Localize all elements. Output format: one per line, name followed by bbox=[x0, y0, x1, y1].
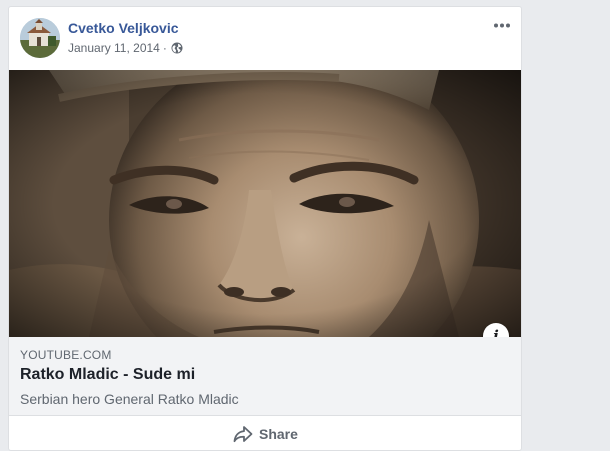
meta-separator: · bbox=[162, 41, 167, 55]
preview-description: Serbian hero General Ratko Mladic bbox=[20, 391, 239, 407]
post-header: Cvetko Veljkovic January 11, 2014 · bbox=[9, 7, 521, 71]
more-options-icon bbox=[494, 23, 510, 27]
preview-text-block[interactable]: YOUTUBE.COM Ratko Mladic - Sude mi Serbi… bbox=[9, 337, 521, 416]
preview-title[interactable]: Ratko Mladic - Sude mi bbox=[20, 366, 195, 384]
preview-domain: YOUTUBE.COM bbox=[20, 348, 112, 362]
globe-icon[interactable] bbox=[171, 42, 183, 54]
post-card: Cvetko Veljkovic January 11, 2014 · i YO… bbox=[8, 6, 522, 451]
post-date-link[interactable]: January 11, 2014 bbox=[68, 41, 160, 55]
share-icon bbox=[233, 426, 253, 443]
author-name-link[interactable]: Cvetko Veljkovic bbox=[68, 20, 179, 36]
share-button[interactable]: Share bbox=[233, 425, 298, 443]
post-meta: January 11, 2014 · bbox=[68, 41, 183, 55]
more-options-button[interactable] bbox=[491, 17, 513, 33]
share-label: Share bbox=[259, 426, 298, 442]
preview-image[interactable]: i bbox=[9, 70, 521, 337]
action-bar: Share bbox=[9, 416, 521, 450]
author-avatar[interactable] bbox=[20, 18, 60, 58]
link-preview[interactable]: i YOUTUBE.COM Ratko Mladic - Sude mi Ser… bbox=[9, 70, 521, 416]
